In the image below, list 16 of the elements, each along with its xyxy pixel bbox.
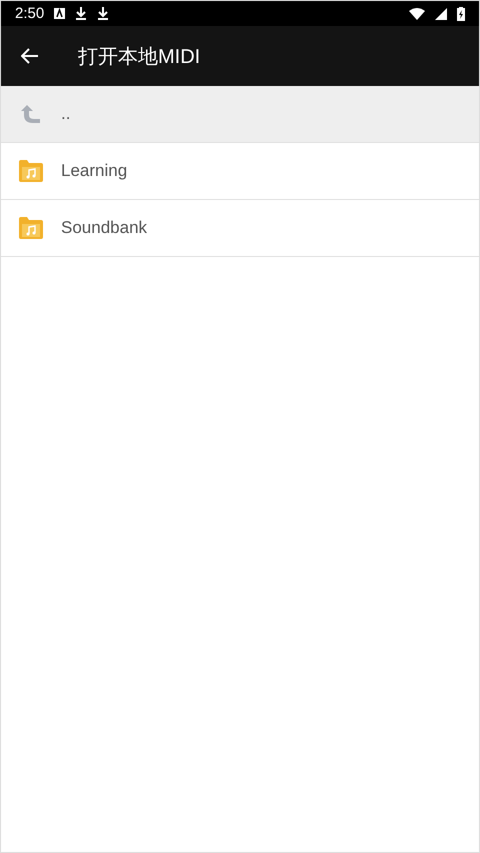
entry-name: Soundbank [61, 218, 148, 238]
music-folder-icon [19, 160, 43, 182]
download-icon [75, 7, 88, 20]
wifi-icon [409, 8, 425, 20]
signal-icon [435, 8, 447, 20]
status-time: 2:50 [15, 5, 44, 22]
keyboard-notification-icon [54, 8, 66, 19]
entry-name: Learning [61, 161, 128, 181]
parent-directory-row[interactable]: .. [1, 86, 479, 143]
music-folder-icon [19, 217, 43, 239]
up-arrow-icon [21, 105, 41, 123]
toolbar-title: 打开本地MIDI [78, 44, 200, 70]
download-icon [97, 7, 110, 20]
back-arrow-icon [21, 48, 39, 64]
entry-name: .. [61, 104, 70, 124]
battery-icon [457, 6, 465, 20]
